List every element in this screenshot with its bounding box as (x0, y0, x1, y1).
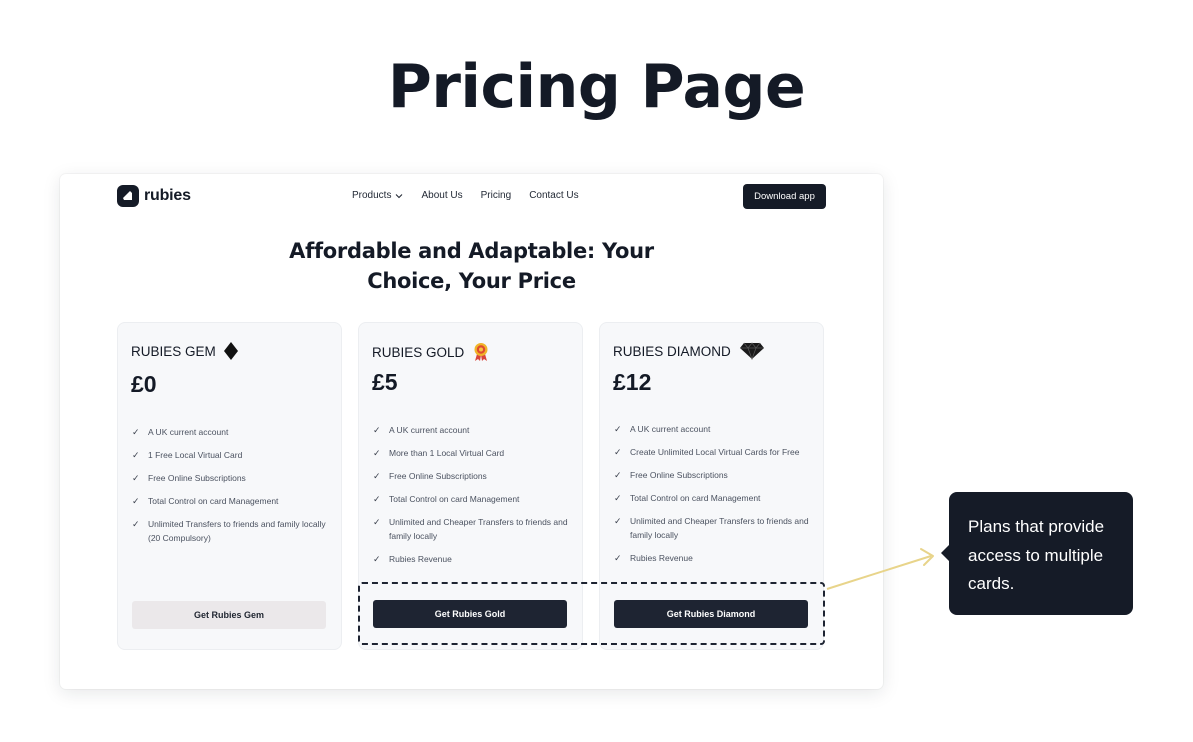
callout-pointer (941, 544, 950, 562)
annotation-callout: Plans that provide access to multiple ca… (941, 492, 1133, 615)
connector-arrow-icon (826, 548, 934, 590)
annotation-text: Plans that provide access to multiple ca… (968, 517, 1105, 593)
